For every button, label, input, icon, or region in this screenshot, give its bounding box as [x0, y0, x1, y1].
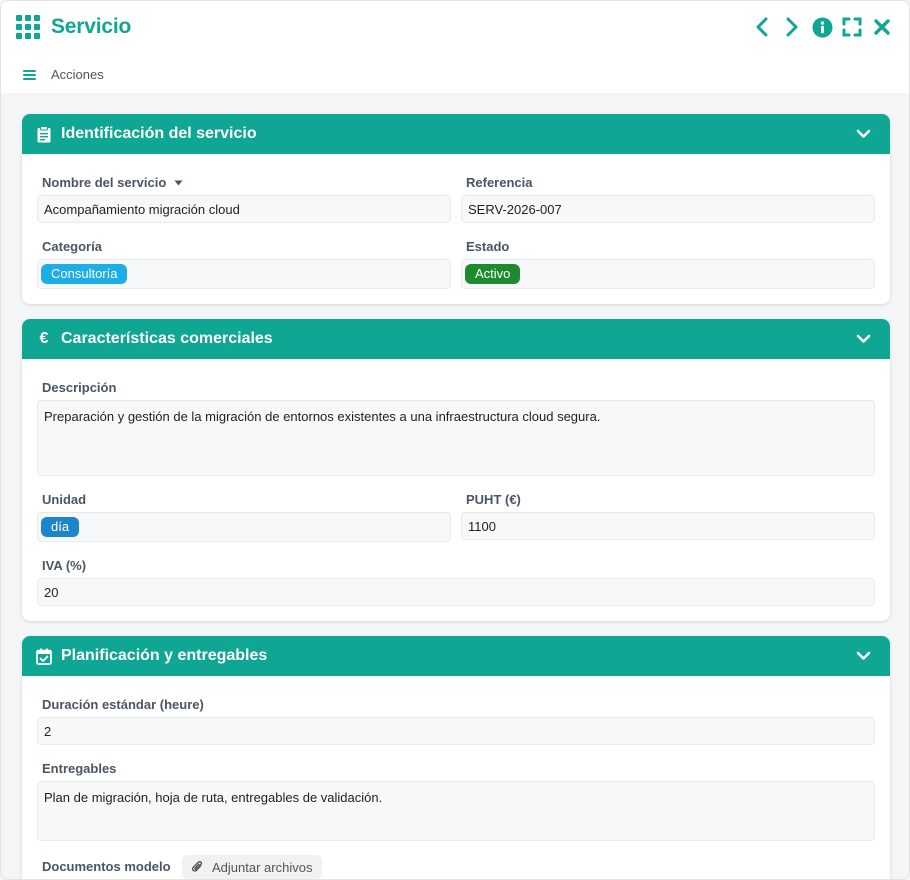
section-planning: Planificación y entregables Duración est…	[22, 636, 890, 879]
status-badge: Activo	[465, 264, 521, 284]
menu-icon[interactable]	[23, 69, 36, 81]
status-label: Estado	[466, 239, 510, 254]
service-name-label: Nombre del servicio	[42, 175, 183, 190]
euro-icon: €	[39, 330, 49, 347]
reference-field[interactable]: SERV-2026-007	[461, 195, 875, 223]
section-planning-header[interactable]: Planificación y entregables	[22, 636, 890, 676]
section-identification-header[interactable]: Identificación del servicio	[22, 114, 890, 154]
clipboard-icon	[35, 125, 53, 143]
documents-label: Documentos modelo	[42, 859, 171, 874]
category-label: Categoría	[42, 239, 102, 254]
calendar-check-icon	[35, 647, 53, 665]
section-title: Identificación del servicio	[61, 125, 257, 142]
apps-grid-icon[interactable]	[16, 15, 40, 39]
section-commercial: € Características comerciales Descripció…	[22, 319, 890, 621]
deliverables-value: Plan de migración, hoja de ruta, entrega…	[44, 790, 383, 805]
description-value: Preparación y gestión de la migración de…	[44, 409, 601, 424]
actions-label: Acciones	[51, 67, 104, 82]
service-name-value: Acompañamiento migración cloud	[44, 201, 240, 217]
category-badge: Consultoría	[41, 264, 128, 284]
section-identification: Identificación del servicio Nombre del s…	[22, 114, 890, 304]
unit-field[interactable]: día	[37, 512, 451, 542]
description-label: Descripción	[42, 380, 117, 395]
duration-field[interactable]: 2	[37, 717, 875, 745]
puht-field[interactable]: 1100	[461, 512, 875, 540]
description-field[interactable]: Preparación y gestión de la migración de…	[37, 400, 875, 476]
unit-badge: día	[41, 517, 80, 537]
deliverables-field[interactable]: Plan de migración, hoja de ruta, entrega…	[37, 781, 875, 841]
caret-down-icon[interactable]	[174, 180, 183, 186]
service-name-field[interactable]: Acompañamiento migración cloud	[37, 195, 451, 223]
duration-value: 2	[44, 723, 52, 739]
chevron-down-icon[interactable]	[854, 330, 872, 348]
deliverables-label: Entregables	[42, 761, 117, 776]
vat-field[interactable]: 20	[37, 578, 875, 606]
vat-label: IVA (%)	[42, 558, 87, 573]
puht-value: 1100	[468, 518, 496, 534]
attach-files-button[interactable]: Adjuntar archivos	[182, 855, 323, 879]
service-name-label-text: Nombre del servicio	[42, 175, 167, 190]
chevron-down-icon[interactable]	[854, 647, 872, 665]
attach-files-label: Adjuntar archivos	[212, 859, 313, 875]
fullscreen-icon[interactable]	[841, 15, 863, 39]
actions-menu[interactable]: Acciones	[23, 67, 104, 82]
service-window: Servicio Acciones Identificación del ser…	[0, 0, 910, 880]
info-icon[interactable]	[811, 15, 833, 39]
section-commercial-header[interactable]: € Características comerciales	[22, 319, 890, 359]
close-icon[interactable]	[871, 15, 893, 39]
status-field[interactable]: Activo	[461, 259, 875, 289]
duration-label: Duración estándar (heure)	[42, 697, 204, 712]
paperclip-icon	[192, 860, 203, 872]
puht-label: PUHT (€)	[466, 492, 521, 507]
vat-value: 20	[44, 584, 59, 600]
category-field[interactable]: Consultoría	[37, 259, 451, 289]
chevron-down-icon[interactable]	[854, 125, 872, 143]
section-title: Características comerciales	[61, 330, 273, 347]
reference-value: SERV-2026-007	[468, 201, 562, 217]
reference-label: Referencia	[466, 175, 533, 190]
title-row: Servicio	[16, 14, 131, 40]
unit-label: Unidad	[42, 492, 87, 507]
page-title: Servicio	[51, 15, 132, 38]
window-header: Servicio Acciones	[1, 1, 909, 93]
chevron-right-icon[interactable]	[781, 15, 803, 39]
chevron-left-icon[interactable]	[751, 15, 773, 39]
section-title: Planificación y entregables	[61, 647, 268, 664]
window-actions	[751, 15, 893, 39]
